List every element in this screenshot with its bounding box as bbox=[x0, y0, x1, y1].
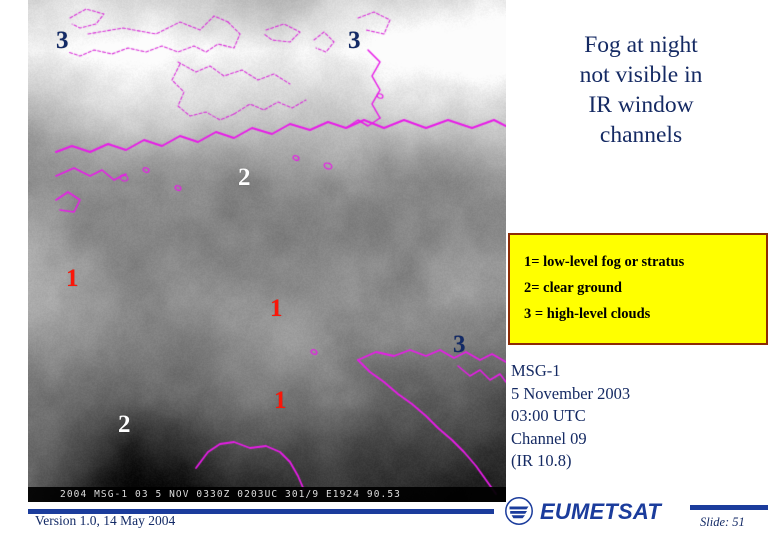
satellite-image-canvas bbox=[28, 0, 506, 502]
headline-line-3: IR window bbox=[588, 92, 694, 118]
legend-row-2: 2= clear ground bbox=[524, 280, 622, 296]
image-metadata: MSG-1 5 November 2003 03:00 UTC Channel … bbox=[511, 360, 630, 473]
satellite-marker-1-3: 1 bbox=[66, 265, 79, 292]
eumetsat-logo: EUMETSAT bbox=[504, 496, 674, 526]
satellite-image: 2004 MSG-1 03 5 NOV 0330Z 0203UC 301/9 E… bbox=[28, 0, 506, 502]
headline-line-2: not visible in bbox=[579, 62, 703, 88]
headline-line-1: Fog at night bbox=[584, 32, 698, 58]
slide-number-label: Slide: 51 bbox=[700, 515, 745, 529]
metadata-date: 5 November 2003 bbox=[511, 383, 631, 403]
headline-line-4: channels bbox=[599, 122, 683, 148]
satellite-marker-3-1: 3 bbox=[348, 27, 361, 54]
footer-rule-right bbox=[690, 505, 768, 510]
satellite-marker-1-6: 1 bbox=[274, 387, 287, 414]
eumetsat-logo-icon: EUMETSAT bbox=[505, 497, 662, 525]
metadata-channel: Channel 09 bbox=[511, 428, 587, 448]
eumetsat-logo-wordmark: EUMETSAT bbox=[540, 499, 662, 524]
version-label: Version 1.0, 14 May 2004 bbox=[35, 513, 176, 528]
satellite-marker-2-7: 2 bbox=[118, 411, 131, 438]
legend-row-1: 1= low-level fog or stratus bbox=[524, 254, 685, 270]
satellite-marker-3-5: 3 bbox=[453, 331, 466, 358]
headline-text: Fog at night not visible in IR window ch… bbox=[512, 30, 770, 150]
satellite-marker-3-0: 3 bbox=[56, 27, 69, 54]
metadata-band: (IR 10.8) bbox=[511, 451, 572, 470]
legend-box: 1= low-level fog or stratus 2= clear gro… bbox=[508, 233, 768, 345]
eumetsat-logo-mark bbox=[505, 497, 533, 525]
satellite-marker-1-4: 1 bbox=[270, 295, 283, 322]
legend-row-3: 3 = high-level clouds bbox=[524, 306, 651, 322]
slide-canvas: 2004 MSG-1 03 5 NOV 0330Z 0203UC 301/9 E… bbox=[0, 0, 780, 540]
satellite-marker-2-2: 2 bbox=[238, 164, 251, 191]
satellite-image-ticker: 2004 MSG-1 03 5 NOV 0330Z 0203UC 301/9 E… bbox=[28, 487, 506, 502]
metadata-time: 03:00 UTC bbox=[511, 406, 586, 425]
metadata-satellite: MSG-1 bbox=[511, 361, 561, 380]
